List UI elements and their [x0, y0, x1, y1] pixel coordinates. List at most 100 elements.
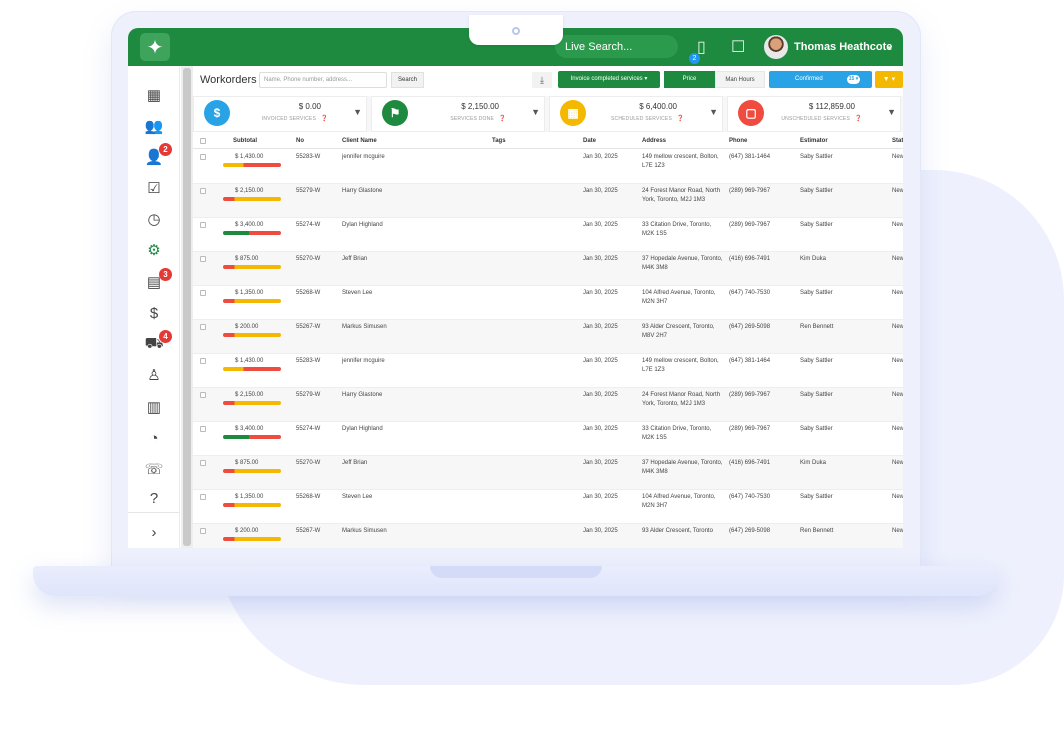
sidebar-item-task-check[interactable]: ☑ — [128, 174, 180, 202]
cell-estimator: Ren Bennett — [800, 528, 834, 534]
column-header[interactable]: No — [296, 138, 304, 144]
cell-no[interactable]: 55274-W — [296, 425, 336, 434]
cell-no[interactable]: 55270-W — [296, 255, 336, 264]
table-row[interactable]: $ 3,400.00 55274-W Dylan Highland Jan 30, 2… — [193, 218, 903, 252]
cell-client[interactable]: Jeff Brian — [342, 255, 482, 264]
sidebar-item-person[interactable]: ♙ — [128, 361, 180, 389]
sidebar-item-phone[interactable]: ☏ — [128, 455, 180, 483]
column-header[interactable]: Address — [642, 138, 666, 144]
row-checkbox[interactable] — [200, 392, 206, 398]
status-filter-dropdown[interactable]: Invoice completed services ▾ — [558, 71, 660, 88]
cell-client[interactable]: Dylan Highland — [342, 425, 482, 434]
row-checkbox[interactable] — [200, 358, 206, 364]
column-header[interactable]: Client Name — [342, 138, 377, 144]
search-button[interactable]: Search — [391, 72, 424, 88]
filter-icon[interactable]: ▼ — [887, 107, 896, 117]
sidebar-item-clock[interactable]: ◷ — [128, 205, 180, 233]
cell-client[interactable]: Dylan Highland — [342, 221, 482, 230]
table-row[interactable]: $ 1,350.00 55268-W Steven Lee Jan 30, 2025 1… — [193, 490, 903, 524]
cell-no[interactable]: 55267-W — [296, 323, 336, 332]
column-header[interactable]: Status — [892, 138, 903, 144]
download-icon[interactable]: ⤓ — [532, 72, 552, 88]
row-checkbox[interactable] — [200, 290, 206, 296]
sidebar-item-dashboard[interactable]: ▦ — [128, 81, 180, 109]
chat-icon[interactable]: ☐ — [731, 37, 745, 57]
row-checkbox[interactable] — [200, 494, 206, 500]
logo-icon[interactable]: ✦ — [140, 33, 170, 61]
sidebar-item-dollar[interactable]: $ — [128, 299, 180, 327]
table-row[interactable]: $ 3,400.00 55274-W Dylan Highland Jan 30, 2… — [193, 422, 903, 456]
cell-client[interactable]: Jeff Brian — [342, 459, 482, 468]
chevron-down-icon[interactable]: ⌄ — [885, 39, 894, 52]
cell-date: Jan 30, 2025 — [583, 154, 618, 160]
table-row[interactable]: $ 1,430.00 55283-W jennifer mcguire Jan 30,… — [193, 354, 903, 388]
cell-no[interactable]: 55279-W — [296, 391, 336, 400]
table-row[interactable]: $ 875.00 55270-W Jeff Brian Jan 30, 2025 37 … — [193, 252, 903, 286]
cell-client[interactable]: Harry Glastone — [342, 391, 482, 400]
cell-no[interactable]: 55279-W — [296, 187, 336, 196]
sidebar-item-expand-chevron[interactable]: › — [128, 518, 180, 546]
man-hours-toggle-button[interactable]: Man Hours — [715, 71, 765, 88]
filter-button[interactable]: ▼ ▾ — [875, 71, 903, 88]
row-checkbox[interactable] — [200, 222, 206, 228]
row-checkbox[interactable] — [200, 256, 206, 262]
table-row[interactable]: $ 2,150.00 55279-W Harry Glastone Jan 30, 2… — [193, 184, 903, 218]
help-icon[interactable]: ❓ — [321, 115, 328, 122]
filter-icon[interactable]: ▼ — [531, 107, 540, 117]
sidebar-item-users[interactable]: 👥 — [128, 112, 180, 140]
sidebar-scrollbar[interactable] — [181, 66, 193, 548]
cell-no[interactable]: 55268-W — [296, 493, 336, 502]
table-row[interactable]: $ 1,350.00 55268-W Steven Lee Jan 30, 2025 1… — [193, 286, 903, 320]
cell-no[interactable]: 55274-W — [296, 221, 336, 230]
sidebar-item-pie-chart[interactable]: ◔ — [128, 424, 180, 452]
column-header[interactable]: Subtotal — [233, 138, 257, 144]
help-icon[interactable]: ❓ — [499, 115, 506, 122]
confirmed-dropdown[interactable]: Confirmed 15 ▾ — [769, 71, 872, 88]
row-checkbox[interactable] — [200, 188, 206, 194]
cell-no[interactable]: 55270-W — [296, 459, 336, 468]
cell-client[interactable]: Steven Lee — [342, 493, 482, 502]
column-header[interactable]: Date — [583, 138, 596, 144]
sidebar-item-help[interactable]: ? — [128, 484, 180, 512]
cell-no[interactable]: 55268-W — [296, 289, 336, 298]
price-toggle-button[interactable]: Price — [664, 71, 715, 88]
row-checkbox[interactable] — [200, 426, 206, 432]
filter-icon[interactable]: ▼ — [353, 107, 362, 117]
sidebar-item-truck[interactable]: ⛟ 4 — [128, 330, 180, 358]
column-header[interactable]: Estimator — [800, 138, 828, 144]
table-row[interactable]: $ 2,150.00 55279-W Harry Glastone Jan 30, 2… — [193, 388, 903, 422]
cell-client[interactable]: Steven Lee — [342, 289, 482, 298]
cell-estimator: Saby Sattler — [800, 222, 833, 228]
cell-client[interactable]: Markus Simusen — [342, 323, 482, 332]
sidebar-item-calendar[interactable]: ▤ 3 — [128, 268, 180, 296]
help-icon[interactable]: ❓ — [677, 115, 684, 122]
row-checkbox[interactable] — [200, 154, 206, 160]
live-search-input[interactable]: Live Search... — [555, 35, 678, 58]
cell-client[interactable]: Harry Glastone — [342, 187, 482, 196]
filter-icon[interactable]: ▼ — [709, 107, 718, 117]
user-name[interactable]: Thomas Heathcote — [794, 41, 892, 53]
row-checkbox[interactable] — [200, 528, 206, 534]
row-checkbox[interactable] — [200, 460, 206, 466]
cell-client[interactable]: jennifer mcguire — [342, 357, 482, 366]
cell-client[interactable]: Markus Simusen — [342, 527, 482, 536]
search-input[interactable]: Name, Phone number, address... — [259, 72, 387, 88]
cell-no[interactable]: 55283-W — [296, 357, 336, 366]
row-checkbox[interactable] — [200, 324, 206, 330]
sidebar-item-gear[interactable]: ⚙ — [128, 236, 180, 264]
column-header[interactable]: Phone — [729, 138, 747, 144]
cell-client[interactable]: jennifer mcguire — [342, 153, 482, 162]
cell-no[interactable]: 55283-W — [296, 153, 336, 162]
cell-no[interactable]: 55267-W — [296, 527, 336, 536]
select-all-checkbox[interactable] — [200, 138, 206, 144]
avatar[interactable] — [764, 35, 788, 59]
help-icon[interactable]: ❓ — [855, 115, 862, 122]
table-row[interactable]: $ 1,430.00 55283-W jennifer mcguire Jan 30,… — [193, 150, 903, 184]
sidebar-item-add-user[interactable]: 👤 2 — [128, 143, 180, 171]
table-row[interactable]: $ 200.00 55267-W Markus Simusen Jan 30, 202… — [193, 524, 903, 548]
table-row[interactable]: $ 875.00 55270-W Jeff Brian Jan 30, 2025 37 … — [193, 456, 903, 490]
table-row[interactable]: $ 200.00 55267-W Markus Simusen Jan 30, 202… — [193, 320, 903, 354]
column-header[interactable]: Tags — [492, 138, 506, 144]
scrollbar-thumb[interactable] — [183, 68, 191, 546]
sidebar-item-table[interactable]: ▥ — [128, 393, 180, 421]
